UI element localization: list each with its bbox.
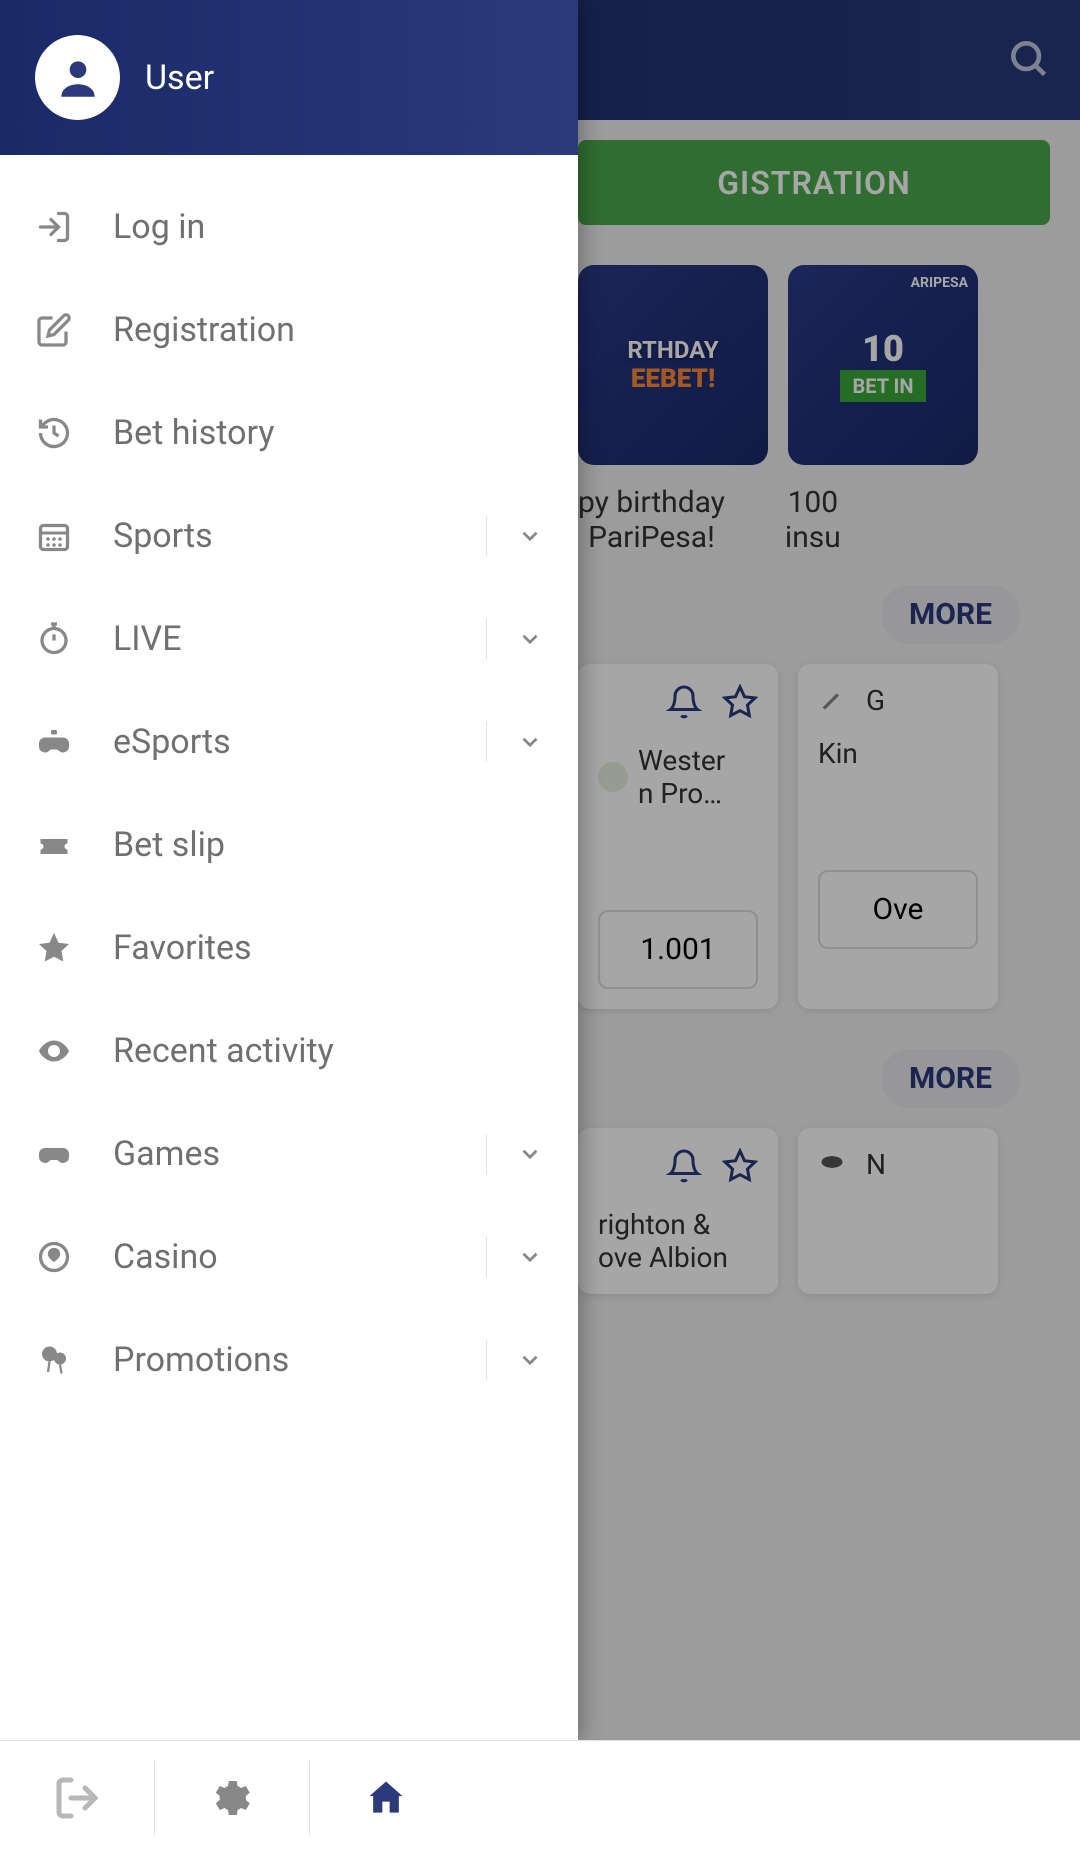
drawer-item-label: Favorites — [113, 928, 543, 968]
drawer-item-label: Games — [113, 1134, 446, 1174]
drawer-item-label: Registration — [113, 310, 543, 350]
history-icon — [35, 414, 73, 452]
logout-button[interactable] — [0, 1741, 154, 1855]
chevron-down-icon[interactable] — [486, 722, 543, 762]
drawer-list: Log in Registration Bet history Sports LIVE e… — [0, 155, 578, 1740]
calendar-icon — [35, 517, 73, 555]
chevron-down-icon[interactable] — [486, 516, 543, 556]
chevron-down-icon[interactable] — [486, 1134, 543, 1174]
drawer-item-casino[interactable]: Casino — [0, 1205, 578, 1308]
gamepad2-icon — [35, 1135, 73, 1173]
home-button[interactable] — [309, 1741, 463, 1855]
navigation-drawer: User Log in Registration Bet history Sports… — [0, 0, 578, 1740]
drawer-item-favorites[interactable]: Favorites — [0, 896, 578, 999]
drawer-item-registration[interactable]: Registration — [0, 278, 578, 381]
gamepad-icon — [35, 723, 73, 761]
drawer-item-promotions[interactable]: Promotions — [0, 1308, 578, 1411]
star-icon — [35, 929, 73, 967]
drawer-item-label: Casino — [113, 1237, 446, 1277]
drawer-item-sports[interactable]: Sports — [0, 484, 578, 587]
user-label: User — [145, 58, 214, 98]
balloons-icon — [35, 1341, 73, 1379]
chevron-down-icon[interactable] — [486, 1237, 543, 1277]
drawer-item-label: Recent activity — [113, 1031, 543, 1071]
chevron-down-icon[interactable] — [486, 1340, 543, 1380]
drawer-item-bet-slip[interactable]: Bet slip — [0, 793, 578, 896]
drawer-item-label: eSports — [113, 722, 446, 762]
stopwatch-icon — [35, 620, 73, 658]
drawer-item-label: Promotions — [113, 1340, 446, 1380]
drawer-item-live[interactable]: LIVE — [0, 587, 578, 690]
casino-icon — [35, 1238, 73, 1276]
chevron-down-icon[interactable] — [486, 619, 543, 659]
drawer-item-bet-history[interactable]: Bet history — [0, 381, 578, 484]
drawer-item-label: Bet history — [113, 413, 543, 453]
edit-icon — [35, 311, 73, 349]
settings-button[interactable] — [154, 1741, 308, 1855]
drawer-item-log-in[interactable]: Log in — [0, 175, 578, 278]
drawer-item-games[interactable]: Games — [0, 1102, 578, 1205]
eye-icon — [35, 1032, 73, 1070]
drawer-item-recent-activity[interactable]: Recent activity — [0, 999, 578, 1102]
drawer-item-label: Log in — [113, 207, 543, 247]
drawer-item-label: LIVE — [113, 619, 446, 659]
dim-overlay[interactable] — [578, 0, 1080, 1740]
login-icon — [35, 208, 73, 246]
avatar[interactable] — [35, 35, 120, 120]
ticket-icon — [35, 826, 73, 864]
drawer-item-esports[interactable]: eSports — [0, 690, 578, 793]
drawer-item-label: Sports — [113, 516, 446, 556]
drawer-header[interactable]: User — [0, 0, 578, 155]
bottom-bar-rest — [463, 1741, 1080, 1855]
drawer-item-label: Bet slip — [113, 825, 543, 865]
bottom-bar — [0, 1740, 1080, 1855]
